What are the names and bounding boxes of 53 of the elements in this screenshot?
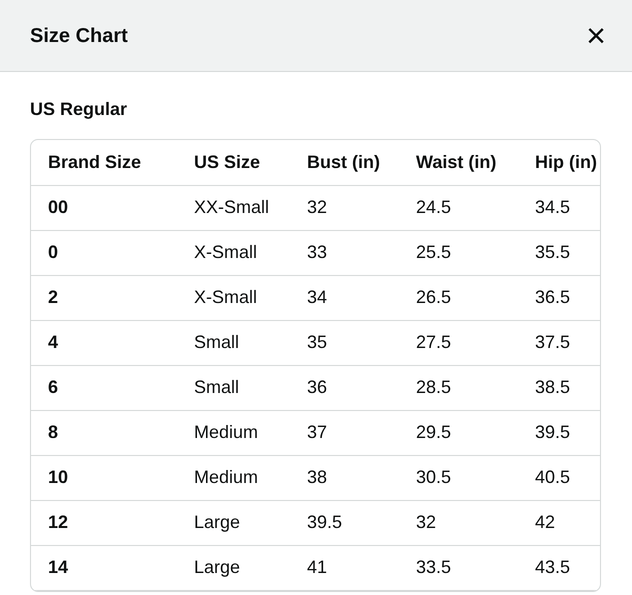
- table-cell: 34: [290, 275, 399, 320]
- column-header: Bust (in): [290, 140, 399, 185]
- table-cell: 4: [31, 320, 177, 365]
- table-cell: 38.5: [518, 365, 600, 410]
- table-cell: Large: [177, 545, 290, 590]
- table-cell: 27.5: [399, 320, 518, 365]
- table-cell: 37: [290, 410, 399, 455]
- table-cell: 8: [31, 410, 177, 455]
- table-cell: 39.5: [290, 500, 399, 545]
- table-cell: 39.5: [518, 410, 600, 455]
- table-cell: 0: [31, 230, 177, 275]
- table-cell: 34.5: [518, 185, 600, 230]
- table-cell: 41: [290, 545, 399, 590]
- table-cell: X-Small: [177, 230, 290, 275]
- table-cell: 37.5: [518, 320, 600, 365]
- dialog-title: Size Chart: [30, 24, 128, 48]
- table-cell: 35: [290, 320, 399, 365]
- table-cell: Large: [177, 500, 290, 545]
- column-header: US Size: [177, 140, 290, 185]
- table-cell: 6: [31, 365, 177, 410]
- table-cell: Small: [177, 320, 290, 365]
- table-cell: 36: [290, 365, 399, 410]
- table-cell: 38: [290, 455, 399, 500]
- table-cell: X-Small: [177, 275, 290, 320]
- table-cell: 26.5: [399, 275, 518, 320]
- table-cell: 36.5: [518, 275, 600, 320]
- table-cell: 43.5: [518, 545, 600, 590]
- table-cell: Medium: [177, 455, 290, 500]
- table-cell: 10: [31, 455, 177, 500]
- column-header: Waist (in): [399, 140, 518, 185]
- table-cell: 28.5: [399, 365, 518, 410]
- section-title: US Regular: [30, 98, 128, 121]
- column-header: Hip (in): [518, 140, 600, 185]
- table-cell: 32: [399, 500, 518, 545]
- table-cell: 33.5: [399, 545, 518, 590]
- table-cell: XX-Small: [177, 185, 290, 230]
- table-cell: 42: [518, 500, 600, 545]
- table-cell: 14: [31, 545, 177, 590]
- table-cell: Medium: [177, 410, 290, 455]
- table-cell: 35.5: [518, 230, 600, 275]
- close-button[interactable]: ×: [582, 18, 610, 52]
- column-header: Brand Size: [31, 140, 177, 185]
- table-cell: 30.5: [399, 455, 518, 500]
- table-cell: 32: [290, 185, 399, 230]
- table-cell: 40.5: [518, 455, 600, 500]
- table-cell: 33: [290, 230, 399, 275]
- table-cell: 12: [31, 500, 177, 545]
- table-cell: Small: [177, 365, 290, 410]
- table-cell: 00: [31, 185, 177, 230]
- table-cell: 25.5: [399, 230, 518, 275]
- table-cell: 29.5: [399, 410, 518, 455]
- table-cell: 24.5: [399, 185, 518, 230]
- table-cell: 2: [31, 275, 177, 320]
